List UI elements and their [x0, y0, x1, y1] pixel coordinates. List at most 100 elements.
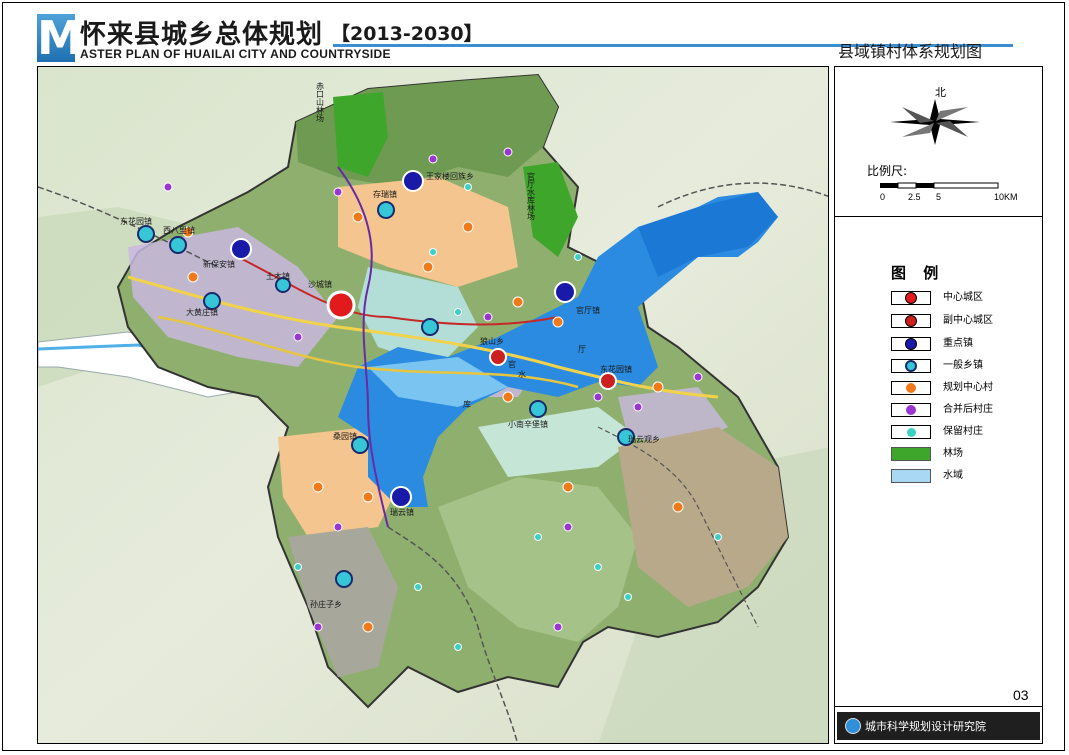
label-town-n1: 王家楼回族乡: [426, 171, 474, 181]
label-town-s3: 孙庄子乡: [310, 599, 342, 609]
legend-label: 林场: [943, 448, 963, 459]
label-town-key1: 新保安镇: [203, 259, 235, 269]
scale-tick: 2.5: [908, 192, 921, 202]
legend-title: 图 例: [891, 264, 945, 282]
general-town-marker: [137, 225, 155, 243]
label-town-sub: 狼山乡: [480, 336, 504, 346]
label-town-c1: 小南辛堡镇: [508, 419, 548, 429]
center-village-dot: [552, 316, 564, 328]
label-town-w3: 大黄庄镇: [186, 307, 218, 317]
merged-village-symbol: [906, 405, 916, 415]
retained-village-dot: [594, 563, 602, 571]
retained-village-dot: [454, 643, 462, 651]
label-water3: 水: [518, 369, 526, 379]
center-village-dot: [512, 296, 524, 308]
merged-village-dot: [633, 402, 643, 412]
merged-village-dot: [503, 147, 513, 157]
sidebar-divider: [835, 216, 1042, 217]
general-town-marker: [529, 400, 547, 418]
label-town-s1: 桑园镇: [333, 431, 357, 441]
general-town-marker: [421, 318, 439, 336]
general-town-marker: [335, 570, 353, 588]
north-arrow-icon: [890, 99, 980, 145]
page-title-en: ASTER PLAN OF HUAILAI CITY AND COUNTRYSI…: [80, 47, 391, 61]
legend-swatch: [891, 337, 931, 351]
retained-village-dot: [429, 248, 437, 256]
legend-swatch: [891, 314, 931, 328]
merged-village-dot: [163, 182, 173, 192]
sub-center-symbol: [905, 315, 917, 327]
label-town-key2: 土木镇: [266, 271, 290, 281]
legend-swatch: [891, 403, 931, 417]
scale-tick: 10KM: [994, 192, 1018, 202]
legend-swatch: [891, 425, 931, 439]
scale-tick: 0: [880, 192, 886, 202]
key-town-marker: [402, 170, 424, 192]
center-village-dot: [362, 621, 374, 633]
legend-item-forest: 林场: [891, 447, 1036, 463]
center-village-dot: [562, 481, 574, 493]
scale-label: 比例尺:: [867, 164, 908, 178]
map-name: 县域镇村体系规划图: [838, 42, 983, 61]
sidebar: 北 比例尺: 0 2.5 5 10KM 图 例 中心城区 副中心城区 重点镇 一…: [834, 66, 1043, 744]
merged-village-dot: [593, 392, 603, 402]
center-village-dot: [312, 481, 324, 493]
institute-footer: 城市科学规划设计研究院: [837, 712, 1040, 740]
page-number: 03: [1013, 687, 1029, 703]
sub-center-marker: [489, 348, 507, 366]
county-map: 赤口山林场 官厅水库林场 东花园镇 西八里镇 新保安镇 大黄庄镇 土木镇 沙城镇…: [38, 67, 828, 743]
retained-village-dot: [624, 593, 632, 601]
retained-village-dot: [464, 183, 472, 191]
central-city-marker: [326, 290, 356, 320]
retained-village-dot: [414, 583, 422, 591]
label-water2: 厅: [578, 345, 586, 354]
center-village-dot: [462, 221, 474, 233]
legend-item-center-village: 规划中心村: [891, 381, 1036, 397]
label-water4: 库: [463, 399, 471, 409]
label-forest2: 官厅水库林场: [527, 171, 536, 221]
label-city-center: 沙城镇: [308, 279, 332, 289]
legend-swatch: [891, 359, 931, 373]
general-town-marker: [377, 201, 395, 219]
legend-item-sub-center: 副中心城区: [891, 314, 1036, 330]
label-town-s2: 瑞云镇: [390, 507, 414, 517]
legend-item-central-city: 中心城区: [891, 291, 1036, 307]
retained-village-symbol: [907, 428, 916, 437]
legend-swatch: [891, 291, 931, 305]
retained-village-dot: [454, 308, 462, 316]
legend-label: 规划中心村: [943, 382, 993, 393]
center-village-dot: [672, 501, 684, 513]
central-city-symbol: [905, 292, 917, 304]
retained-village-dot: [534, 533, 542, 541]
legend-item-water: 水域: [891, 469, 1036, 485]
key-town-marker: [390, 486, 412, 508]
legend-label: 副中心城区: [943, 315, 993, 326]
legend-item-general-town: 一般乡镇: [891, 359, 1036, 375]
header: M 怀来县城乡总体规划 【2013-2030】 ASTER PLAN OF HU…: [0, 0, 1069, 66]
legend-label: 水域: [943, 470, 963, 481]
merged-village-dot: [483, 312, 493, 322]
center-village-dot: [352, 211, 364, 223]
key-town-symbol: [905, 338, 917, 350]
center-village-dot: [187, 271, 199, 283]
legend-swatch: [891, 381, 931, 395]
institute-name: 城市科学规划设计研究院: [865, 720, 986, 733]
legend-label: 保留村庄: [943, 426, 983, 437]
institute-logo-icon: [845, 718, 861, 734]
map-panel: 赤口山林场 官厅水库林场 东花园镇 西八里镇 新保安镇 大黄庄镇 土木镇 沙城镇…: [37, 66, 829, 744]
retained-village-dot: [294, 563, 302, 571]
merged-village-dot: [553, 622, 563, 632]
key-town-marker: [554, 281, 576, 303]
label-town-e2: 东花园镇: [600, 364, 632, 374]
scale-tick: 5: [936, 192, 942, 202]
label-town-e1: 官厅镇: [576, 305, 600, 315]
forest-swatch: [891, 447, 931, 461]
legend-item-merged-village: 合并后村庄: [891, 403, 1036, 419]
retained-village-dot: [574, 253, 582, 261]
center-village-dot: [502, 391, 514, 403]
general-town-marker: [203, 292, 221, 310]
general-town-symbol: [905, 360, 917, 372]
sub-center-marker: [599, 372, 617, 390]
legend-item-retained-village: 保留村庄: [891, 425, 1036, 441]
logo-m: M: [37, 11, 83, 65]
